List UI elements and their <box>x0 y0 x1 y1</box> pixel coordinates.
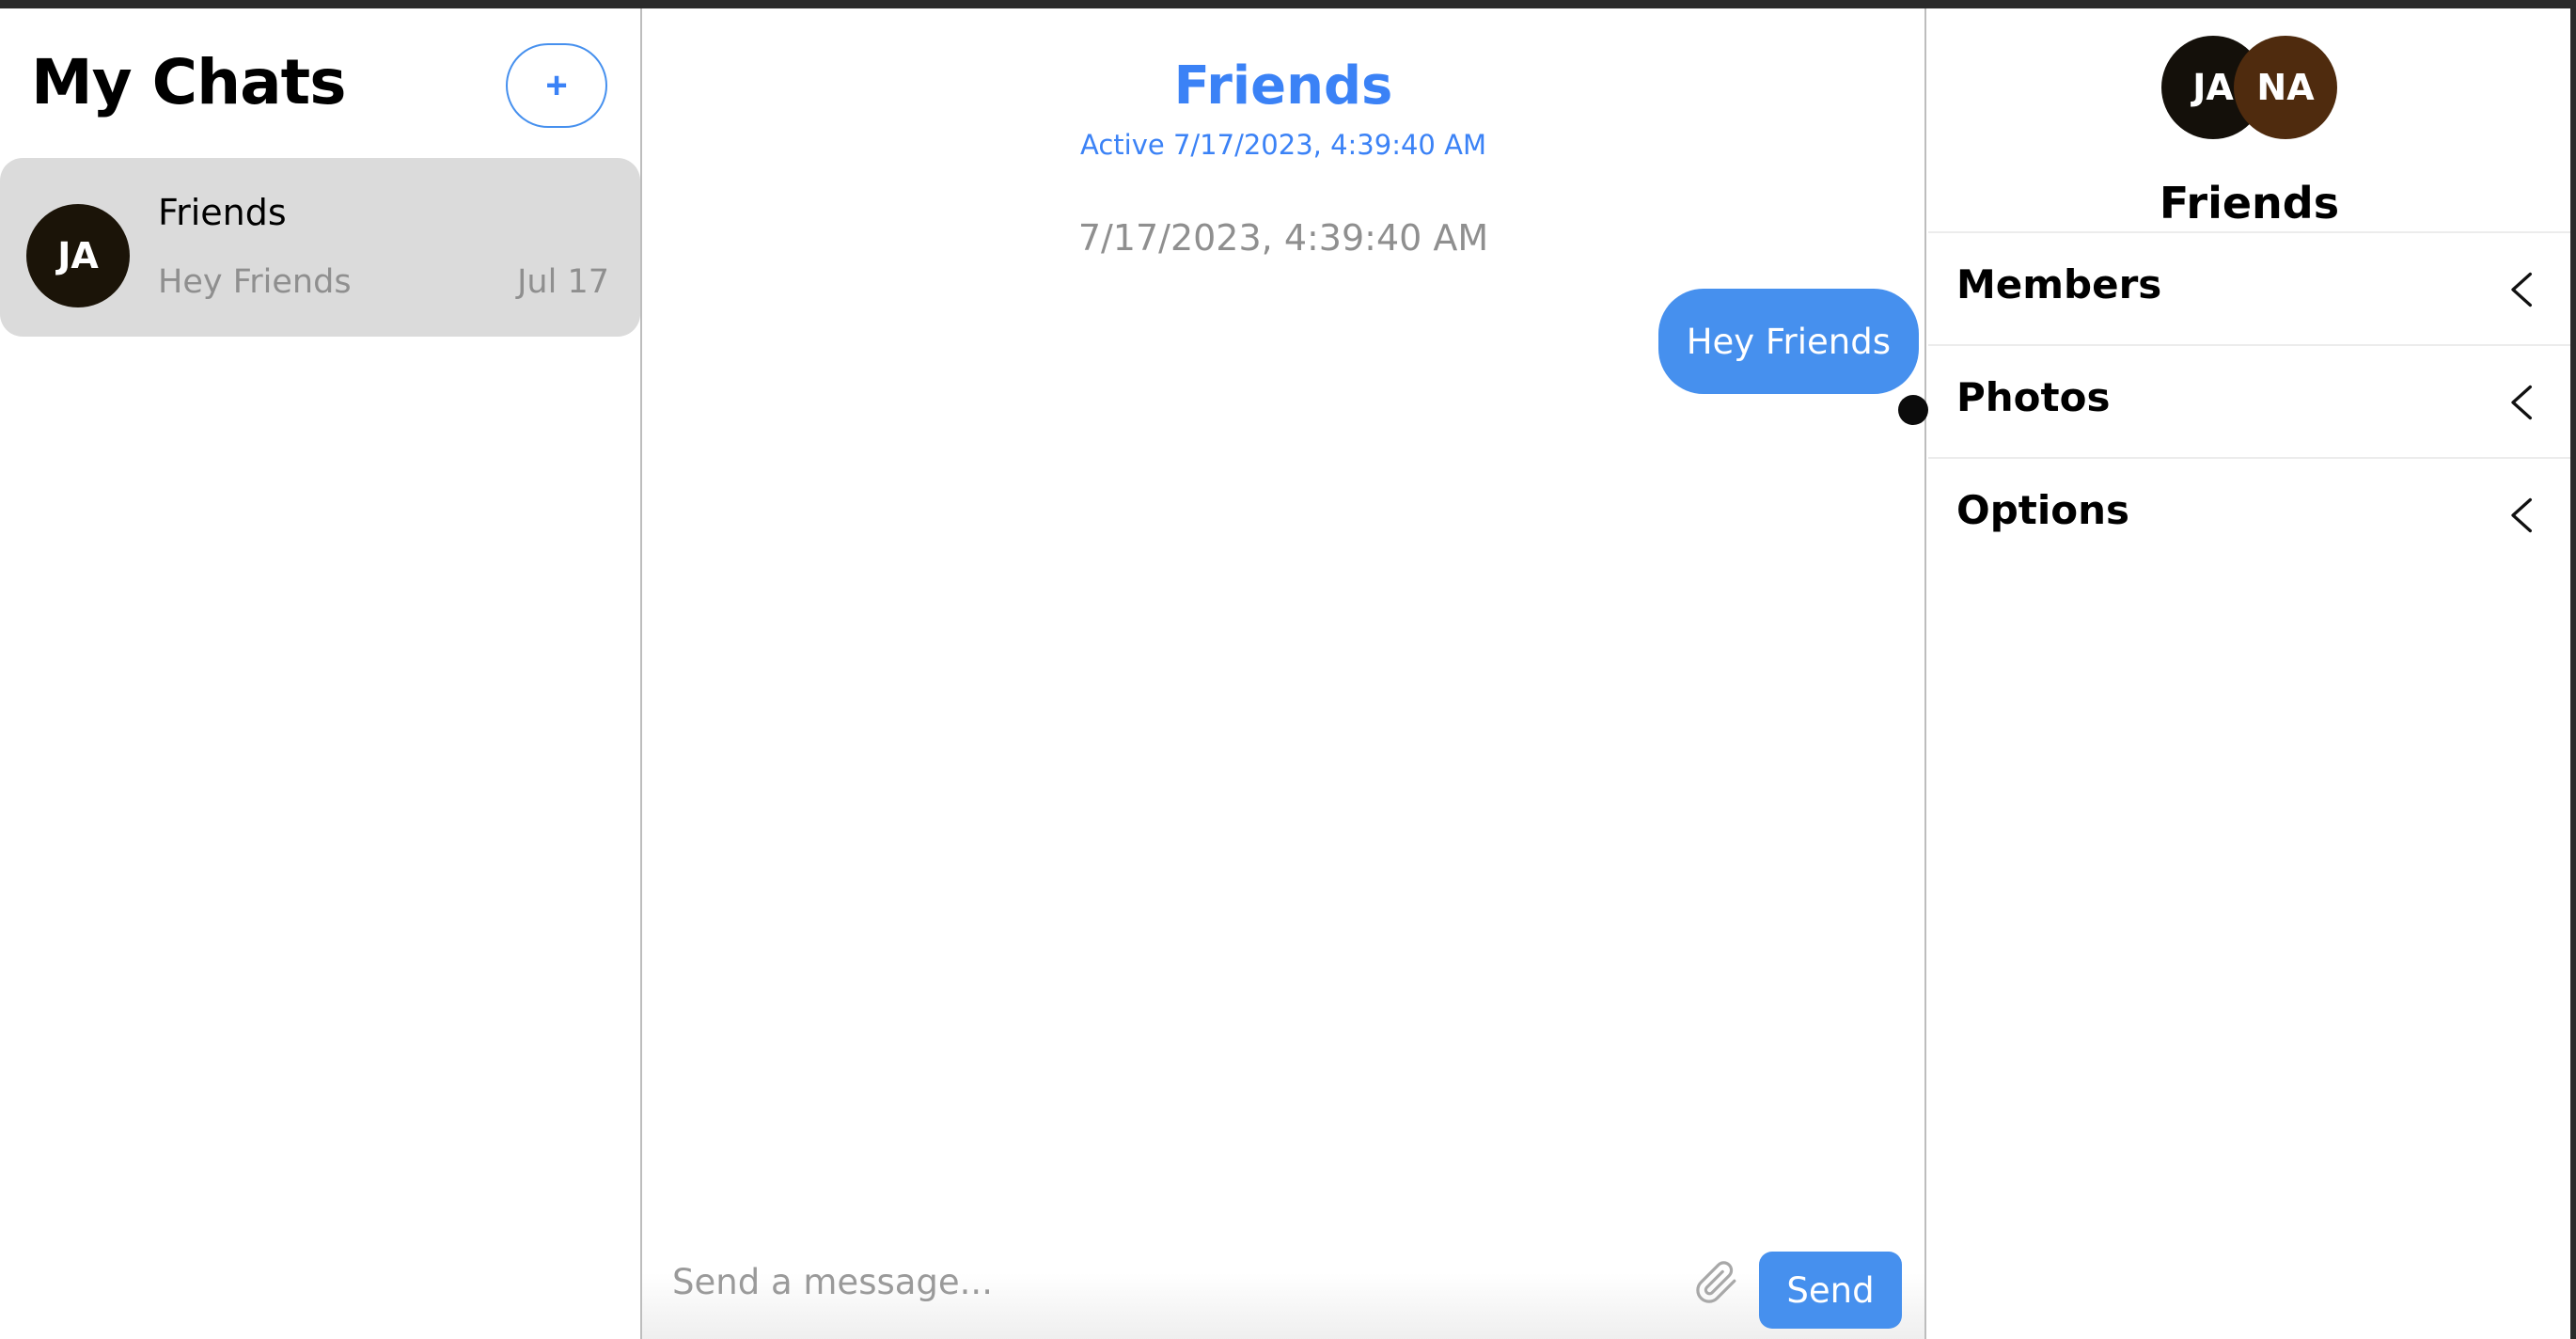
chevron-left-icon <box>2511 385 2532 420</box>
chat-list-panel: My Chats + JA Friends Hey Friends Jul 17 <box>0 8 642 1339</box>
sent-message-bubble: Hey Friends <box>1657 289 1919 394</box>
avatar: NA <box>2234 36 2337 139</box>
section-label: Photos <box>1956 374 2111 420</box>
chat-list-item-preview: Hey Friends <box>158 263 352 301</box>
chat-list-title: My Chats <box>31 46 346 118</box>
section-label: Options <box>1956 487 2129 533</box>
paperclip-icon <box>1696 1261 1736 1303</box>
chat-list-item[interactable]: JA Friends Hey Friends Jul 17 <box>0 158 640 337</box>
member-avatars: JA NA <box>2161 36 2340 139</box>
avatar: JA <box>26 204 130 307</box>
conversation-panel: Friends Active 7/17/2023, 4:39:40 AM 7/1… <box>642 8 1928 1339</box>
options-section[interactable]: Options <box>1928 457 2570 570</box>
message-date-divider: 7/17/2023, 4:39:40 AM <box>1077 217 1489 259</box>
window-edge <box>2570 8 2576 1339</box>
message-input[interactable] <box>670 1249 1610 1315</box>
details-title: Friends <box>2159 178 2340 228</box>
read-receipt-dot <box>1898 395 1928 425</box>
chat-details-panel: JA NA Friends Members Photos Options <box>1928 8 2570 1339</box>
send-button[interactable]: Send <box>1759 1252 1902 1329</box>
conversation-status: Active 7/17/2023, 4:39:40 AM <box>1080 129 1486 161</box>
members-section[interactable]: Members <box>1928 231 2570 344</box>
photos-section[interactable]: Photos <box>1928 344 2570 457</box>
chevron-left-icon <box>2511 272 2532 307</box>
chevron-left-icon <box>2511 497 2532 533</box>
section-label: Members <box>1956 261 2162 307</box>
attach-button[interactable] <box>1684 1252 1750 1314</box>
chat-list-item-title: Friends <box>158 192 287 233</box>
chat-list-item-date: Jul 17 <box>517 263 609 301</box>
new-chat-button[interactable]: + <box>506 43 607 128</box>
chat-app: My Chats + JA Friends Hey Friends Jul 17… <box>0 8 2570 1339</box>
window-top-bar <box>0 0 2576 8</box>
conversation-title: Friends <box>1173 55 1393 117</box>
